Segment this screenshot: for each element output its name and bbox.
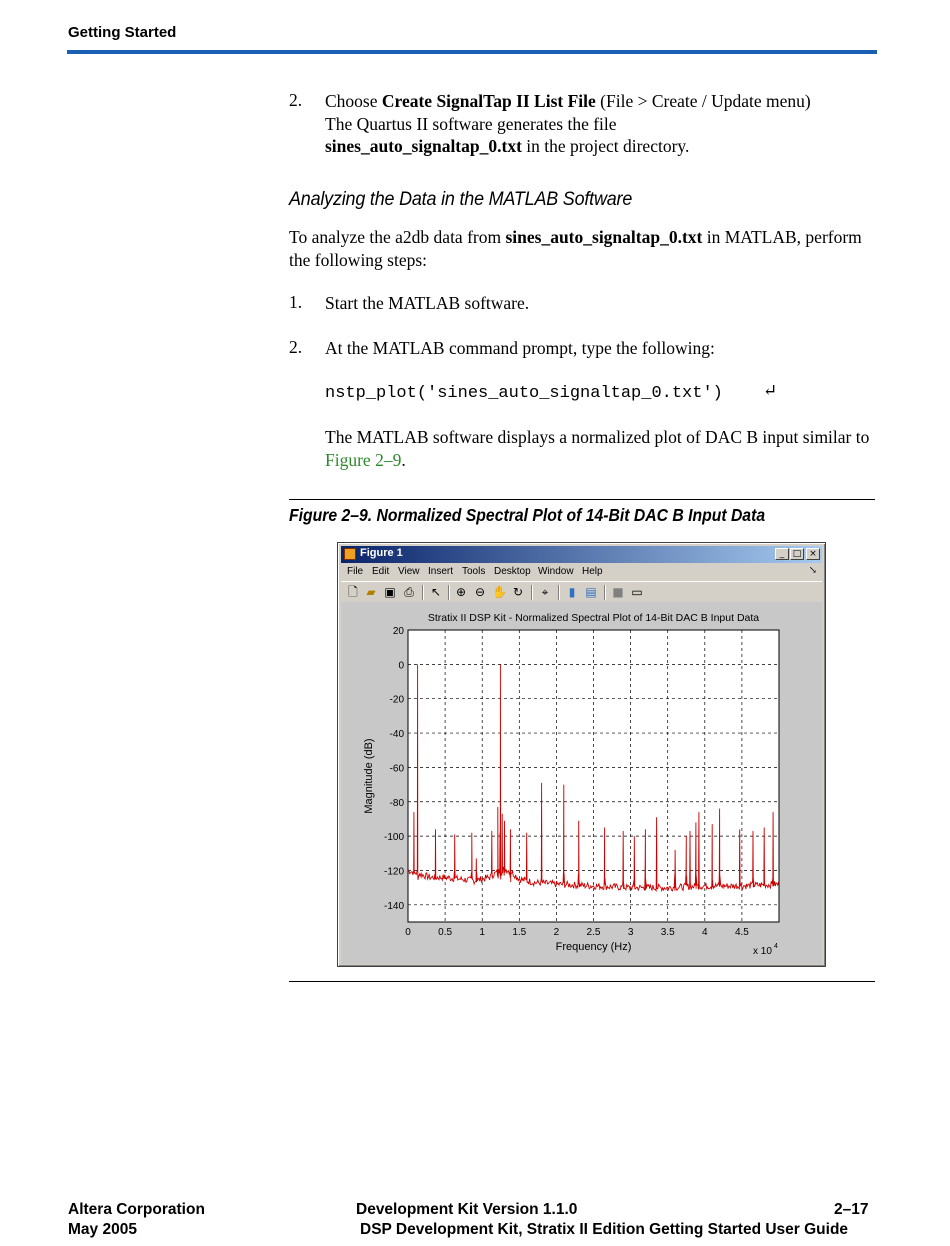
result-end: . (401, 449, 406, 470)
figure-bottom-rule (289, 981, 875, 982)
menu-edit[interactable]: Edit (372, 566, 389, 577)
output-filename: sines_auto_signaltap_0.txt (325, 136, 522, 156)
spectral-chart: 0 0.5 1 1.5 2 2.5 3 3.5 4 4.5 20 0 -20 -40 -60 -80 -100 -… (363, 612, 780, 957)
pan-icon[interactable]: ✋ (492, 585, 507, 599)
new-figure-icon[interactable]: 🗋 (346, 585, 360, 599)
step-line3: in the project directory. (521, 136, 690, 156)
y-tick-label: -100 (384, 832, 404, 843)
matlab-figure-window: Figure 1 _ □ × File Edit View Insert Too… (337, 542, 826, 967)
x-tick-label: 2 (554, 927, 560, 938)
x-tick-label: 0 (405, 927, 411, 938)
y-tick-label: -120 (384, 866, 404, 877)
print-icon[interactable]: ⎙ (402, 585, 416, 599)
figure-top-rule (289, 499, 875, 500)
step-number: 1. (289, 292, 303, 312)
dock-icon[interactable]: ↘ (809, 565, 817, 576)
y-tick-label: -20 (390, 695, 405, 706)
figure-toolbar: 🗋 ▰ ▣ ⎙ ↖ ⊕ ⊖ ✋ ↻ ⌖ ▮ ▤ ■ ▭ (341, 581, 822, 603)
colorbar-icon[interactable]: ▮ (565, 585, 579, 599)
minimize-icon[interactable]: _ (775, 548, 789, 560)
x-tick-label: 2.5 (587, 927, 601, 938)
close-icon[interactable]: × (806, 548, 820, 560)
pointer-icon[interactable]: ↖ (429, 585, 443, 599)
step-text-before: Choose (325, 91, 382, 111)
window-titlebar[interactable]: Figure 1 _ □ × (341, 546, 822, 563)
intro-paragraph: To analyze the a2db data from sines_auto… (289, 226, 879, 271)
menu-insert[interactable]: Insert (428, 566, 453, 577)
y-tick-label: -140 (384, 901, 404, 912)
y-axis-label: Magnitude (dB) (363, 738, 375, 813)
menu-path: (File > Create / Update menu) (595, 91, 811, 111)
footer-version: Development Kit Version 1.1.0 (356, 1201, 578, 1218)
window-title: Figure 1 (360, 547, 403, 559)
intro-filename: sines_auto_signaltap_0.txt (505, 227, 703, 247)
footer-date: May 2005 (68, 1221, 137, 1238)
y-tick-label: -40 (390, 729, 405, 740)
x-multiplier-exponent: 4 (774, 943, 778, 950)
figure-link[interactable]: Figure 2–9 (325, 450, 401, 470)
matlab-icon (344, 548, 356, 560)
result-paragraph: The MATLAB software displays a normalize… (325, 426, 875, 471)
zoom-in-icon[interactable]: ⊕ (454, 585, 468, 599)
step-text: At the MATLAB command prompt, type the f… (325, 338, 715, 358)
footer-guide-title: DSP Development Kit, Stratix II Edition … (360, 1221, 849, 1238)
step-text: Start the MATLAB software. (325, 293, 530, 313)
hide-plot-tools-icon[interactable]: ■ (611, 585, 625, 599)
x-tick-label: 1 (479, 927, 485, 938)
rotate-icon[interactable]: ↻ (511, 585, 525, 599)
footer-company: Altera Corporation (68, 1201, 205, 1218)
menu-file[interactable]: File (347, 566, 363, 577)
step-line2: The Quartus II software generates the fi… (325, 113, 617, 134)
zoom-out-icon[interactable]: ⊖ (473, 585, 487, 599)
x-tick-label: 3 (628, 927, 634, 938)
page-header: Getting Started (68, 24, 177, 41)
menu-help[interactable]: Help (582, 566, 603, 577)
section-heading: Analyzing the Data in the MATLAB Softwar… (289, 188, 633, 210)
data-cursor-icon[interactable]: ⌖ (538, 585, 552, 599)
step-create-text: Choose Create SignalTap II List File (Fi… (325, 90, 885, 158)
result-text: The MATLAB software displays a normalize… (325, 427, 870, 447)
x-tick-label: 4.5 (735, 927, 749, 938)
x-tick-label: 4 (702, 927, 708, 938)
step-number: 2. (289, 90, 303, 110)
x-multiplier: x 10 (753, 946, 772, 957)
x-tick-label: 3.5 (661, 927, 675, 938)
menubar: File Edit View Insert Tools Desktop Wind… (341, 564, 822, 580)
show-plot-tools-icon[interactable]: ▭ (630, 585, 644, 599)
menu-desktop[interactable]: Desktop (494, 566, 531, 577)
footer-page-number: 2–17 (834, 1201, 869, 1218)
y-tick-label: 20 (393, 626, 405, 637)
header-rule (67, 50, 877, 54)
step-number: 2. (289, 337, 303, 357)
open-file-icon[interactable]: ▰ (364, 585, 378, 599)
y-tick-label: -80 (390, 798, 405, 809)
create-list-file-command: Create SignalTap II List File (381, 91, 596, 111)
enter-key-icon: ↵ (763, 381, 778, 401)
plot-area: 0 0.5 1 1.5 2 2.5 3 3.5 4 4.5 20 0 -20 -40 -60 -80 -100 -… (341, 602, 822, 964)
legend-icon[interactable]: ▤ (584, 585, 598, 599)
x-tick-label: 0.5 (438, 927, 452, 938)
menu-tools[interactable]: Tools (462, 566, 485, 577)
intro-before: To analyze the a2db data from (289, 227, 506, 247)
y-tick-label: 0 (398, 660, 404, 671)
x-tick-label: 1.5 (512, 927, 526, 938)
menu-view[interactable]: View (398, 566, 420, 577)
maximize-icon[interactable]: □ (790, 548, 804, 560)
save-icon[interactable]: ▣ (383, 585, 397, 599)
figure-caption: Figure 2–9. Normalized Spectral Plot of … (289, 505, 766, 525)
matlab-command: nstp_plot('sines_auto_signaltap_0.txt') (325, 384, 723, 403)
y-tick-label: -60 (390, 763, 405, 774)
menu-window[interactable]: Window (538, 566, 574, 577)
x-axis-label: Frequency (Hz) (556, 941, 632, 953)
chart-title: Stratix II DSP Kit - Normalized Spectral… (428, 612, 759, 624)
